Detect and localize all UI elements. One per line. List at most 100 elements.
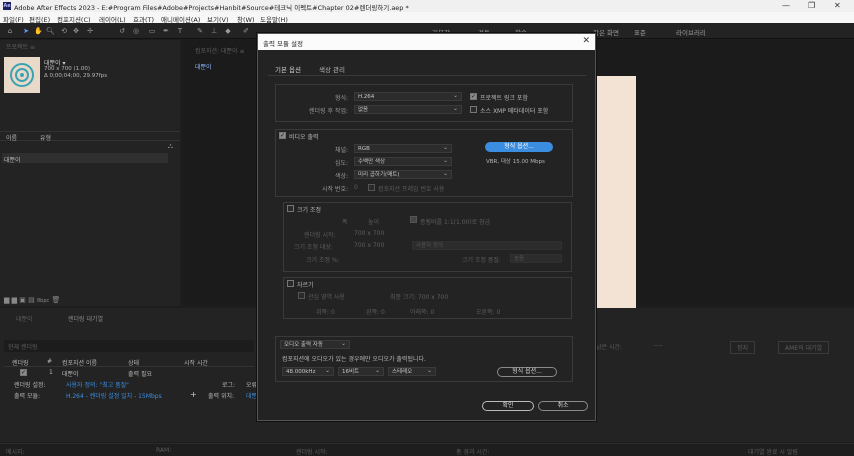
resize-height-header: 높이 xyxy=(368,219,380,226)
dialog-close-icon[interactable]: ✕ xyxy=(582,36,590,46)
tab-color-management[interactable]: 색상 관리 xyxy=(319,64,345,74)
use-comp-frame-checkbox[interactable] xyxy=(368,184,375,191)
status-bar: 메시지: RAM: 렌더링 시작: 총 경과 시간: 대기열 완료 시 알림 xyxy=(0,443,854,456)
color-label: 색상: xyxy=(334,173,348,180)
bpc-label[interactable]: 8bpc xyxy=(37,298,49,304)
roto-tool-icon[interactable]: ✐ xyxy=(242,27,250,35)
crop-right[interactable]: 오른쪽: 0 xyxy=(476,307,500,316)
resize-quality-dropdown[interactable]: 높음 xyxy=(510,254,562,263)
comp-panel-header: 컴포지션: 대뿐이 ≡ xyxy=(195,48,245,55)
hand-tool-icon[interactable]: ✋ xyxy=(34,27,43,35)
stop-button[interactable]: 정지 xyxy=(730,341,756,354)
ok-button[interactable]: 확인 xyxy=(482,401,534,411)
render-settings-link[interactable]: 사용자 정의: "최고 품질" xyxy=(66,380,129,389)
depth-value: 수백만 색상 xyxy=(358,159,386,165)
format-label: 형식: xyxy=(334,95,348,102)
queue-row[interactable]: ✓ 1 대뿐이 출력 필요 xyxy=(4,368,254,378)
audio-format-options-button[interactable]: 형식 옵션... xyxy=(497,367,557,377)
render-checkbox[interactable]: ✓ xyxy=(20,369,27,376)
workspace-standard[interactable]: 표준 xyxy=(634,27,646,37)
chevron-down-icon: ⌄ xyxy=(426,367,432,374)
col-number[interactable]: # xyxy=(47,358,52,365)
use-roi-checkbox[interactable] xyxy=(298,292,305,299)
add-output-icon[interactable]: + xyxy=(190,390,197,399)
use-roi-label: 관심 영역 사용 xyxy=(308,294,345,301)
post-render-dropdown[interactable]: 없음 ⌄ xyxy=(354,105,462,114)
stamp-tool-icon[interactable]: ⊥ xyxy=(210,27,218,35)
crop-top[interactable]: 위쪽: 0 xyxy=(316,307,335,316)
include-project-link-checkbox[interactable]: ✓ xyxy=(470,93,477,100)
output-to-label: 출력 위치: xyxy=(208,393,235,400)
rectangle-tool-icon[interactable]: ▭ xyxy=(148,27,156,35)
pen-tool-icon[interactable]: ✒ xyxy=(162,27,170,35)
crop-left[interactable]: 왼쪽: 0 xyxy=(366,307,385,316)
log-value[interactable]: 오류 xyxy=(246,380,257,389)
rotate-tool-icon[interactable]: ↺ xyxy=(118,27,126,35)
resize-preset-dropdown[interactable]: 사용자 정의 xyxy=(412,241,562,250)
notify-when-done[interactable]: 대기열 완료 시 알림 xyxy=(748,447,798,456)
audio-bits-dropdown[interactable]: 16비트 ⌄ xyxy=(338,367,384,376)
comp-size: 700 x 700 (1.00) xyxy=(44,66,91,72)
timeline-tab[interactable]: 대뿐이 xyxy=(16,314,33,323)
new-comp-icon[interactable]: ▣ xyxy=(19,296,26,304)
close-window-button[interactable]: ✕ xyxy=(834,1,841,10)
interpret-footage-icon[interactable]: ▆ xyxy=(4,296,9,304)
workspace-small-screen[interactable]: 작은 화면 xyxy=(593,27,619,37)
col-render[interactable]: 렌더링 xyxy=(12,358,29,367)
row-comp-name: 대뿐이 xyxy=(62,371,79,378)
format-dropdown[interactable]: H.264 ⌄ xyxy=(354,92,462,101)
audio-channels-dropdown[interactable]: 스테레오 ⌄ xyxy=(388,367,436,376)
home-icon[interactable]: ⌂ xyxy=(6,27,14,35)
trash-icon[interactable]: 🗑︎ xyxy=(51,296,60,304)
minimize-button[interactable]: — xyxy=(782,1,790,10)
dolly-tool-icon[interactable]: ✢ xyxy=(86,27,94,35)
audio-rate-dropdown[interactable]: 48.000kHz ⌄ xyxy=(282,367,334,376)
status-total-time: 총 경과 시간: xyxy=(456,449,490,456)
render-icon[interactable]: ▤ xyxy=(28,296,35,304)
audio-output-dropdown[interactable]: 오디오 출력 자동 ⌄ xyxy=(280,340,350,349)
new-folder-icon[interactable]: ▆ xyxy=(12,296,17,304)
use-comp-frame-label: 컴포지션 프레임 번호 사용 xyxy=(378,186,445,193)
move-tool-icon[interactable]: ✥ xyxy=(72,27,80,35)
status-ram: RAM: xyxy=(156,447,172,454)
resize-to-value[interactable]: 700 x 700 xyxy=(354,242,384,249)
camera-tool-icon[interactable]: ◎ xyxy=(132,27,140,35)
selection-tool-icon[interactable]: ➤ xyxy=(22,27,30,35)
resize-pct-label: 크기 조정 %: xyxy=(306,257,340,264)
workspace-libraries[interactable]: 라이브러리 xyxy=(676,27,706,37)
audio-output-section: 오디오 출력 자동 ⌄ 컴포지션에 오디오가 있는 경우에만 오디오가 출력됩니다… xyxy=(275,336,573,382)
col-start-time[interactable]: 시작 시간 xyxy=(184,358,208,367)
depth-dropdown[interactable]: 수백만 색상 ⌄ xyxy=(354,157,452,166)
crop-bottom[interactable]: 아래쪽: 0 xyxy=(410,307,434,316)
crop-checkbox[interactable] xyxy=(287,280,294,287)
col-comp-name[interactable]: 컴포지션 이름 xyxy=(62,358,97,367)
project-item-row[interactable]: 대뿐이 xyxy=(2,153,168,164)
format-options-button[interactable]: 형식 옵션... xyxy=(485,142,553,152)
status-renders-started: 렌더링 시작: xyxy=(296,449,328,456)
orbit-tool-icon[interactable]: ⟲ xyxy=(60,27,68,35)
col-status[interactable]: 상태 xyxy=(128,358,139,367)
render-settings-label: 렌더링 설정: xyxy=(14,382,46,389)
restore-button[interactable]: ❐ xyxy=(808,1,815,10)
output-module-link[interactable]: H.264 - 렌더링 설정 일치 - 15Mbps xyxy=(66,391,162,400)
color-dropdown[interactable]: 미리 곱하기(매트) ⌄ xyxy=(354,170,452,179)
col-name-header[interactable]: 이름 xyxy=(6,133,17,142)
comp-viewer-tab[interactable]: 대뿐이 xyxy=(195,62,212,71)
start-number-value[interactable]: 0 xyxy=(354,184,358,191)
queue-header-row: 렌더링 # 컴포지션 이름 상태 시작 시간 xyxy=(4,357,254,367)
zoom-tool-icon[interactable]: 🔍︎ xyxy=(46,27,55,35)
queue-in-ame-button[interactable]: AME의 대기열 xyxy=(778,341,830,354)
channels-dropdown[interactable]: RGB ⌄ xyxy=(354,144,452,153)
lock-aspect-checkbox[interactable] xyxy=(410,216,417,223)
col-type-header[interactable]: 유형 xyxy=(40,133,51,142)
resize-checkbox[interactable] xyxy=(287,205,294,212)
brush-tool-icon[interactable]: ✎ xyxy=(196,27,204,35)
video-output-checkbox[interactable]: ✓ xyxy=(279,132,286,139)
render-queue-tab[interactable]: 렌더링 대기열 xyxy=(68,314,103,323)
type-tool-icon[interactable]: T xyxy=(176,27,184,35)
comp-thumbnail-art xyxy=(10,63,34,87)
eraser-tool-icon[interactable]: ◆ xyxy=(224,27,232,35)
flowchart-icon[interactable]: ⛬ xyxy=(168,142,173,151)
include-xmp-checkbox[interactable] xyxy=(470,106,477,113)
cancel-button[interactable]: 취소 xyxy=(538,401,588,411)
